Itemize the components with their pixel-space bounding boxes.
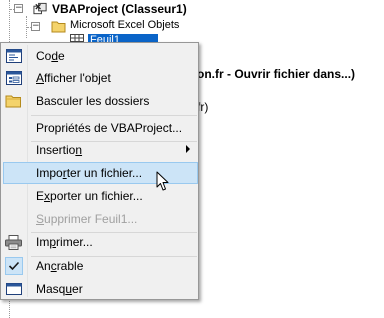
project-node-label[interactable]: VBAProject (Classeur1): [52, 2, 187, 16]
hide-window-icon: [5, 281, 22, 297]
menu-item-label: Supprimer Feuil1...: [36, 212, 138, 226]
menu-item-label: Basculer les dossiers: [36, 94, 150, 108]
folder-node-label[interactable]: Microsoft Excel Objets: [70, 19, 179, 31]
vba-project-icon: [33, 2, 48, 15]
menu-item-dockable[interactable]: Ancrable: [3, 255, 198, 277]
menu-item-print[interactable]: Imprimer...: [3, 231, 198, 253]
vbe-project-explorer: − VBAProject (Classeur1) − Microsoft Exc…: [0, 0, 384, 318]
menu-item-label: Propriétés de VBAProject...: [36, 121, 183, 135]
menu-item-hide[interactable]: Masquer: [3, 278, 198, 300]
menu-item-insert[interactable]: Insertion: [3, 139, 198, 161]
menu-item-code[interactable]: Code: [3, 45, 198, 67]
menu-item-label: Importer un fichier...: [36, 166, 143, 180]
menu-item-label: Masquer: [36, 282, 83, 296]
collapse-project-button[interactable]: −: [14, 4, 23, 13]
menu-separator: [31, 115, 197, 116]
submenu-arrow-icon: [186, 145, 190, 153]
folder-icon: [5, 93, 22, 109]
menu-item-label: Imprimer...: [36, 235, 93, 249]
menu-item-label: Insertion: [36, 143, 83, 157]
menu-item-remove-sheet: Supprimer Feuil1...: [3, 208, 198, 230]
form-view-icon: [5, 70, 22, 86]
menu-item-toggle-folders[interactable]: Basculer les dossiers: [3, 90, 198, 112]
checkmark-icon: [5, 257, 23, 275]
menu-item-label: Code: [36, 49, 65, 63]
menu-item-project-properties[interactable]: Propriétés de VBAProject...: [3, 117, 198, 139]
menu-item-label: Exporter un fichier...: [36, 189, 143, 203]
code-window-icon: [5, 48, 22, 64]
mouse-pointer-icon: [156, 171, 169, 191]
menu-item-label: Ancrable: [36, 259, 84, 273]
module-node-label[interactable]: on.fr - Ouvrir fichier dans...): [197, 67, 355, 81]
menu-item-view-object[interactable]: Afficher l'objet: [3, 67, 198, 89]
printer-icon: [5, 234, 22, 250]
collapse-folder-button[interactable]: −: [31, 22, 40, 31]
menu-item-label: Afficher l'objet: [36, 71, 111, 85]
folder-icon: [51, 20, 67, 36]
